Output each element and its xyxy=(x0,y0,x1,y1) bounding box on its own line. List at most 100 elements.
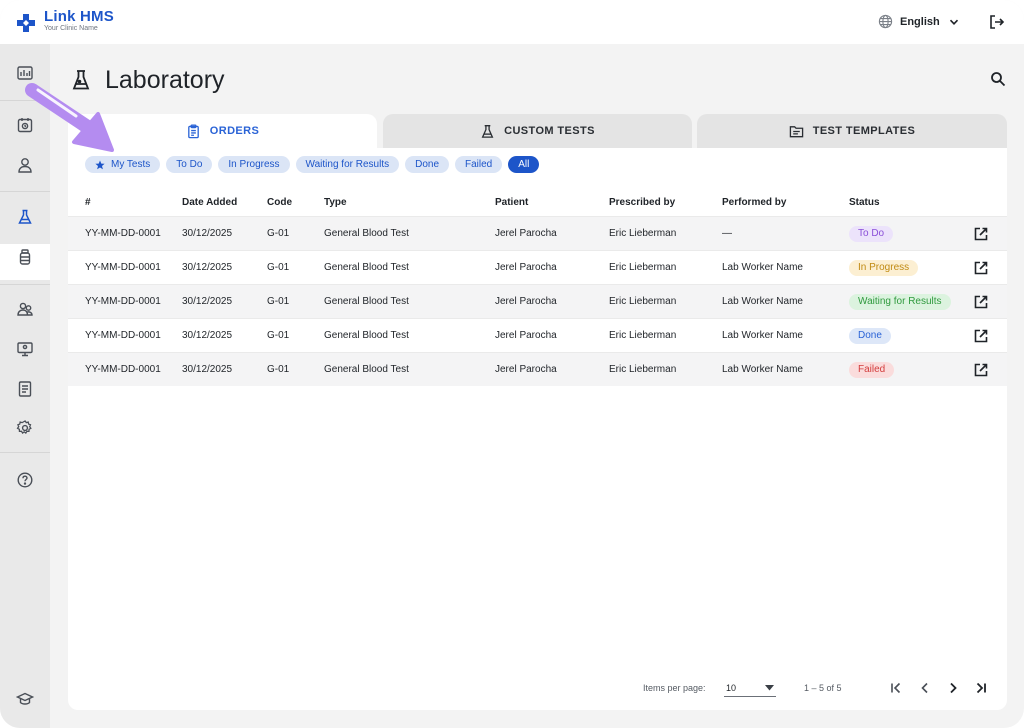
page-title: Laboratory xyxy=(105,66,225,94)
table-row[interactable]: YY-MM-DD-0001 30/12/2025 G-01 General Blood… xyxy=(68,318,1007,352)
row-open[interactable] xyxy=(973,319,989,352)
filter-in-progress[interactable]: In Progress xyxy=(218,156,290,173)
filter-label: Failed xyxy=(465,159,493,170)
next-page-icon[interactable] xyxy=(945,680,961,696)
first-page-icon[interactable] xyxy=(888,680,904,696)
row-open[interactable] xyxy=(973,353,989,386)
filter-my-tests[interactable]: My Tests xyxy=(85,156,161,173)
filter-label: Waiting for Results xyxy=(305,159,390,170)
pagination: Items per page: 10 1 – 5 of 5 xyxy=(68,674,1007,702)
sidebar-divider xyxy=(0,284,50,285)
sidebar-item-patients[interactable] xyxy=(15,155,35,175)
column-header-status[interactable]: Status xyxy=(849,188,880,216)
monitor-icon xyxy=(17,342,33,357)
top-bar: Link HMS Your Clinic Name English xyxy=(0,0,1024,44)
tab-custom-tests[interactable]: CUSTOM TESTS xyxy=(383,114,692,148)
row-prescribed-by: Eric Lieberman xyxy=(609,296,677,307)
column-header-performed-by[interactable]: Performed by xyxy=(722,188,786,216)
row-open[interactable] xyxy=(973,285,989,318)
row-prescribed-by: Eric Lieberman xyxy=(609,262,677,273)
table-row[interactable]: YY-MM-DD-0001 30/12/2025 G-01 General Blood… xyxy=(68,352,1007,386)
filter-failed[interactable]: Failed xyxy=(455,156,503,173)
star-icon xyxy=(95,160,105,169)
row-type: General Blood Test xyxy=(324,364,409,375)
row-date-added: 30/12/2025 xyxy=(182,330,233,341)
filter-label: Done xyxy=(415,159,439,170)
row-prescribed-by: Eric Lieberman xyxy=(609,228,677,239)
filter-waiting-for-results[interactable]: Waiting for Results xyxy=(295,156,400,173)
app-window: Link HMS Your Clinic Name English Labora… xyxy=(0,0,1024,728)
row-code: G-01 xyxy=(267,296,290,307)
row-type: General Blood Test xyxy=(324,330,409,341)
column-header-prescribed-by[interactable]: Prescribed by xyxy=(609,188,675,216)
row-open[interactable] xyxy=(973,251,989,284)
sidebar-item-help[interactable] xyxy=(15,470,35,490)
row-performed-by: Lab Worker Name xyxy=(722,296,803,307)
graduation-cap-icon xyxy=(16,692,34,705)
open-external-icon[interactable] xyxy=(973,328,989,344)
table-row[interactable]: YY-MM-DD-0001 30/12/2025 G-01 General Blood… xyxy=(68,284,1007,318)
row-patient: Jerel Parocha xyxy=(495,296,557,307)
column-header-id[interactable]: # xyxy=(85,188,91,216)
open-external-icon[interactable] xyxy=(973,260,989,276)
table-header: # Date Added Code Type Patient Prescribe… xyxy=(68,188,1007,216)
report-icon xyxy=(18,381,32,397)
row-patient: Jerel Parocha xyxy=(495,364,557,375)
sidebar-item-reports[interactable] xyxy=(15,379,35,399)
logout-icon[interactable] xyxy=(988,13,1006,31)
row-id: YY-MM-DD-0001 xyxy=(85,364,161,375)
sidebar-item-pharmacy[interactable] xyxy=(15,247,35,267)
flask-icon xyxy=(18,209,32,224)
open-external-icon[interactable] xyxy=(973,294,989,310)
orders-panel: My Tests To Do In Progress Waiting for R… xyxy=(68,148,1007,710)
row-performed-by: Lab Worker Name xyxy=(722,330,803,341)
app-logo[interactable]: Link HMS Your Clinic Name xyxy=(16,9,114,33)
sidebar-item-staff[interactable] xyxy=(15,299,35,319)
filter-all[interactable]: All xyxy=(508,156,540,173)
items-per-page-select[interactable]: 10 xyxy=(724,679,776,697)
language-selector[interactable]: English xyxy=(878,14,960,29)
table-row[interactable]: YY-MM-DD-0001 30/12/2025 G-01 General Blood… xyxy=(68,250,1007,284)
row-id: YY-MM-DD-0001 xyxy=(85,262,161,273)
row-id: YY-MM-DD-0001 xyxy=(85,228,161,239)
row-id: YY-MM-DD-0001 xyxy=(85,296,161,307)
row-type: General Blood Test xyxy=(324,296,409,307)
column-header-patient[interactable]: Patient xyxy=(495,188,528,216)
flask-icon xyxy=(481,124,494,138)
row-code: G-01 xyxy=(267,262,290,273)
filter-done[interactable]: Done xyxy=(405,156,449,173)
row-id: YY-MM-DD-0001 xyxy=(85,330,161,341)
medicine-bottle-icon xyxy=(19,249,31,265)
clipboard-icon xyxy=(187,123,199,138)
tab-label: CUSTOM TESTS xyxy=(504,125,595,137)
row-open[interactable] xyxy=(973,217,989,250)
row-status: In Progress xyxy=(849,251,919,284)
row-status: Failed xyxy=(849,353,895,386)
sidebar-item-settings[interactable] xyxy=(15,418,35,438)
row-date-added: 30/12/2025 xyxy=(182,228,233,239)
filter-to-do[interactable]: To Do xyxy=(166,156,213,173)
previous-page-icon[interactable] xyxy=(917,680,933,696)
open-external-icon[interactable] xyxy=(973,226,989,242)
status-badge: Waiting for Results xyxy=(849,293,951,310)
open-external-icon[interactable] xyxy=(973,362,989,378)
search-icon[interactable] xyxy=(990,71,1006,87)
row-code: G-01 xyxy=(267,228,290,239)
row-status: To Do xyxy=(849,217,894,250)
row-date-added: 30/12/2025 xyxy=(182,296,233,307)
last-page-icon[interactable] xyxy=(973,680,989,696)
user-icon xyxy=(18,158,32,173)
items-per-page-label: Items per page: xyxy=(643,683,706,693)
sidebar-item-laboratory[interactable] xyxy=(15,207,35,227)
tab-label: ORDERS xyxy=(209,125,260,137)
tab-test-templates[interactable]: TEST TEMPLATES xyxy=(697,114,1007,148)
sidebar-item-academy[interactable] xyxy=(15,689,35,709)
column-header-code[interactable]: Code xyxy=(267,188,292,216)
table-row[interactable]: YY-MM-DD-0001 30/12/2025 G-01 General Blood… xyxy=(68,216,1007,250)
column-header-type[interactable]: Type xyxy=(324,188,347,216)
chevron-down-icon xyxy=(949,19,958,25)
column-header-date-added[interactable]: Date Added xyxy=(182,188,237,216)
sidebar-item-display[interactable] xyxy=(15,339,35,359)
users-icon xyxy=(17,302,33,316)
row-type: General Blood Test xyxy=(324,262,409,273)
